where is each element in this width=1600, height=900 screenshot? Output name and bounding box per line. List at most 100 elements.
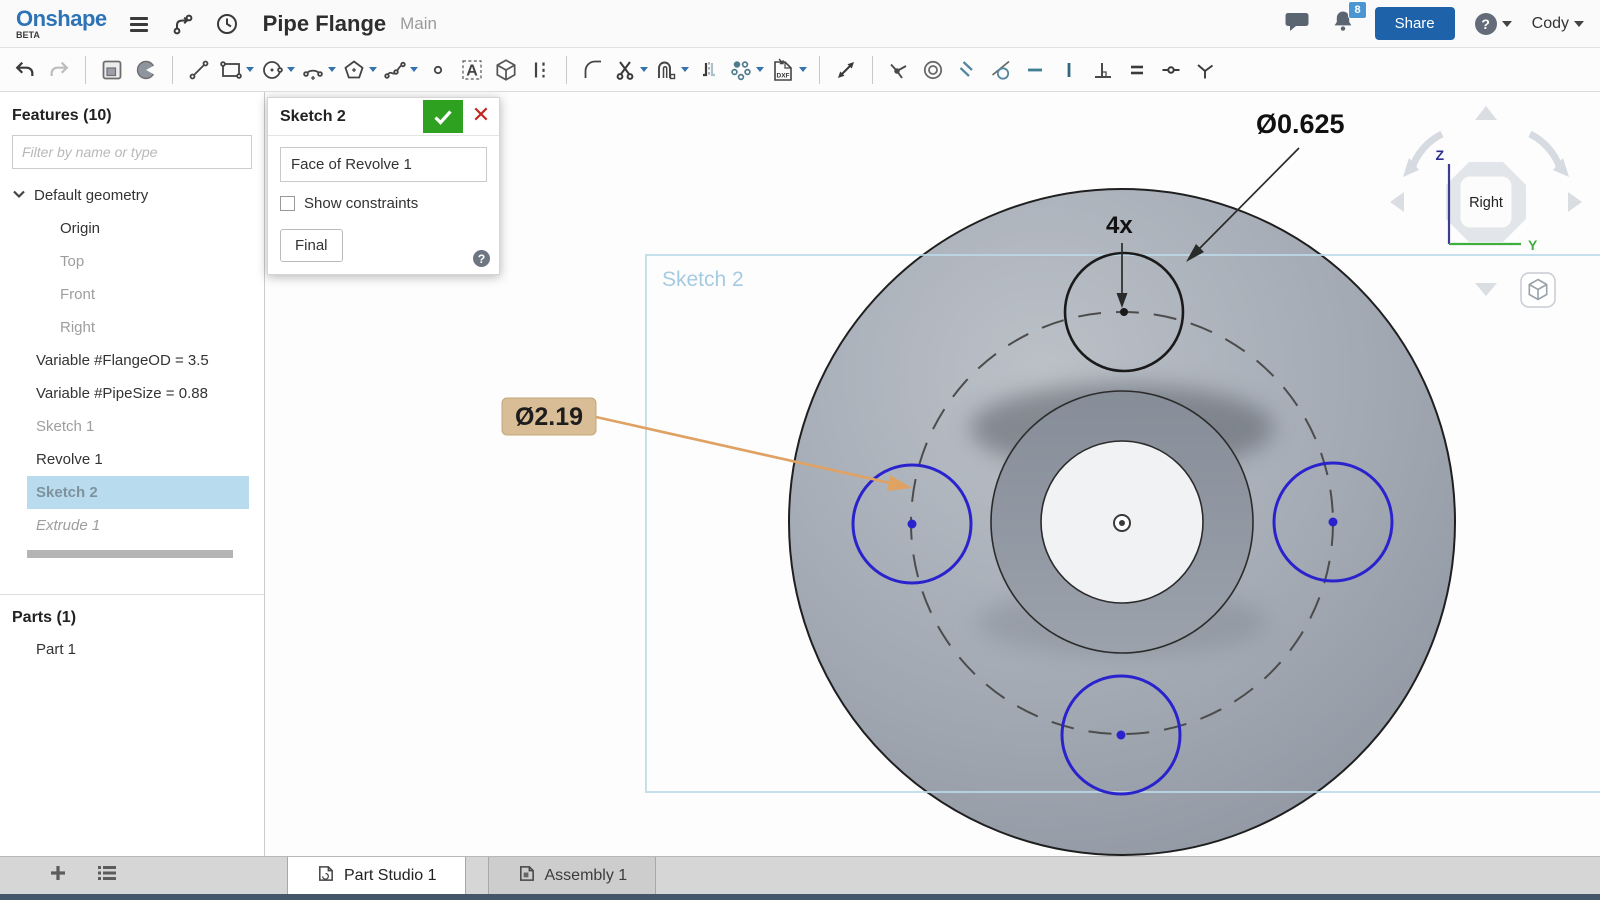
user-name: Cody xyxy=(1532,15,1569,33)
feature-item[interactable]: Top xyxy=(27,245,249,278)
feature-item[interactable]: Origin xyxy=(27,212,249,245)
trim-tool-icon[interactable] xyxy=(610,52,651,88)
feature-item[interactable]: Right xyxy=(27,311,249,344)
share-button[interactable]: Share xyxy=(1375,7,1455,40)
chevron-down-icon[interactable] xyxy=(328,67,336,72)
tab-manager-icon[interactable] xyxy=(96,863,118,888)
tab-label: Part Studio 1 xyxy=(344,867,437,885)
bolt-hole-bottom-center[interactable] xyxy=(1117,731,1126,740)
pierce-constraint-icon[interactable] xyxy=(1188,52,1222,88)
final-button[interactable]: Final xyxy=(280,229,343,262)
rotate-left-arrow[interactable] xyxy=(1390,192,1404,212)
perpendicular-constraint-icon[interactable] xyxy=(1086,52,1120,88)
offset-tool-icon[interactable] xyxy=(651,52,692,88)
onshape-logo[interactable]: Onshape BETA xyxy=(16,8,107,40)
sketch-tool-icon[interactable] xyxy=(95,52,129,88)
rollback-bar[interactable] xyxy=(27,550,233,558)
polygon-tool-icon[interactable] xyxy=(339,52,380,88)
feature-item[interactable]: Extrude 1 xyxy=(27,509,249,542)
feature-item[interactable]: Sketch 2 xyxy=(27,476,249,509)
tangent-constraint-icon[interactable] xyxy=(984,52,1018,88)
coincident-constraint-icon[interactable] xyxy=(882,52,916,88)
arc-tool-icon[interactable] xyxy=(298,52,339,88)
main-menu-icon[interactable] xyxy=(127,12,151,36)
bolt-hole-top-center[interactable] xyxy=(1120,308,1128,316)
circular-pattern-icon[interactable] xyxy=(726,52,767,88)
feature-item[interactable]: Sketch 1 xyxy=(27,410,249,443)
spline-tool-icon[interactable] xyxy=(380,52,421,88)
chevron-down-icon[interactable] xyxy=(369,67,377,72)
equal-constraint-icon[interactable] xyxy=(1120,52,1154,88)
rotate-cw-arrow[interactable] xyxy=(1530,134,1560,168)
chevron-down-icon[interactable] xyxy=(640,67,648,72)
hole-diameter-value[interactable]: Ø0.625 xyxy=(1256,109,1345,139)
construction-icon[interactable] xyxy=(523,52,557,88)
feature-item[interactable]: Variable #FlangeOD = 3.5 xyxy=(27,344,249,377)
parts-heading: Parts (1) xyxy=(0,595,264,633)
isometric-view-button[interactable] xyxy=(1521,273,1555,307)
group-label: Default geometry xyxy=(34,187,148,204)
part-studio-icon xyxy=(316,864,335,888)
feature-item[interactable]: Revolve 1 xyxy=(27,443,249,476)
bolt-circle-diameter-value[interactable]: Ø2.19 xyxy=(515,403,583,431)
comment-icon[interactable] xyxy=(1285,9,1311,38)
confirm-button[interactable] xyxy=(423,100,463,133)
bolt-hole-left-center[interactable] xyxy=(908,520,917,529)
help-menu[interactable]: ? xyxy=(1475,13,1512,35)
view-cube[interactable]: Right Z Y xyxy=(1390,106,1582,296)
workspace-name[interactable]: Main xyxy=(400,14,437,34)
user-menu[interactable]: Cody xyxy=(1532,15,1584,33)
tab-label: Assembly 1 xyxy=(545,867,628,885)
chevron-down-icon[interactable] xyxy=(756,67,764,72)
line-tool-icon[interactable] xyxy=(182,52,216,88)
undo-icon[interactable] xyxy=(8,52,42,88)
part-item[interactable]: Part 1 xyxy=(0,633,264,666)
rotate-right-arrow[interactable] xyxy=(1568,192,1582,212)
chevron-down-icon xyxy=(1574,21,1584,27)
horizontal-constraint-icon[interactable] xyxy=(1018,52,1052,88)
history-icon[interactable] xyxy=(215,12,239,36)
feature-item[interactable]: Variable #PipeSize = 0.88 xyxy=(27,377,249,410)
feature-item[interactable]: Front xyxy=(27,278,249,311)
dimension-tool-icon[interactable] xyxy=(829,52,863,88)
tab-assembly[interactable]: Assembly 1 xyxy=(488,857,657,894)
feature-filter-input[interactable] xyxy=(12,135,252,169)
text-tool-icon[interactable]: A xyxy=(455,52,489,88)
use-project-icon[interactable] xyxy=(489,52,523,88)
mirror-tool-icon[interactable] xyxy=(692,52,726,88)
vertical-constraint-icon[interactable] xyxy=(1052,52,1086,88)
midpoint-constraint-icon[interactable] xyxy=(1154,52,1188,88)
bolt-hole-right-center[interactable] xyxy=(1329,518,1338,527)
chevron-down-icon[interactable] xyxy=(799,67,807,72)
notifications-bell-icon[interactable]: 8 xyxy=(1331,9,1355,38)
origin-marker[interactable] xyxy=(1114,515,1130,531)
concentric-constraint-icon[interactable] xyxy=(916,52,950,88)
hole-count-value[interactable]: 4x xyxy=(1106,212,1133,239)
parallel-constraint-icon[interactable] xyxy=(950,52,984,88)
dialog-help-icon[interactable]: ? xyxy=(473,250,490,267)
chevron-down-icon[interactable] xyxy=(410,67,418,72)
chevron-down-icon[interactable] xyxy=(12,187,26,205)
toolbar-separator xyxy=(819,56,820,84)
insert-dxf-icon[interactable]: DXF xyxy=(767,52,810,88)
fillet-tool-icon[interactable] xyxy=(576,52,610,88)
chevron-down-icon[interactable] xyxy=(681,67,689,72)
rotate-down-arrow[interactable] xyxy=(1475,283,1497,296)
versions-icon[interactable] xyxy=(171,12,195,36)
toolbar-separator xyxy=(85,56,86,84)
cancel-button[interactable]: ✕ xyxy=(463,100,499,133)
point-tool-icon[interactable] xyxy=(421,52,455,88)
sketch-plane-field[interactable]: Face of Revolve 1 xyxy=(280,147,487,182)
new-tab-button[interactable] xyxy=(48,863,68,888)
redo-icon[interactable] xyxy=(42,52,76,88)
chevron-down-icon[interactable] xyxy=(287,67,295,72)
default-geometry-group[interactable]: Default geometry xyxy=(0,179,264,212)
show-constraints-checkbox[interactable] xyxy=(280,196,295,211)
tab-part-studio[interactable]: Part Studio 1 xyxy=(287,857,466,894)
sketch-region-label: Sketch 2 xyxy=(662,268,744,291)
rectangle-tool-icon[interactable] xyxy=(216,52,257,88)
circle-tool-icon[interactable] xyxy=(257,52,298,88)
revolve-tool-icon[interactable] xyxy=(129,52,163,88)
rotate-up-arrow[interactable] xyxy=(1475,106,1497,120)
chevron-down-icon[interactable] xyxy=(246,67,254,72)
